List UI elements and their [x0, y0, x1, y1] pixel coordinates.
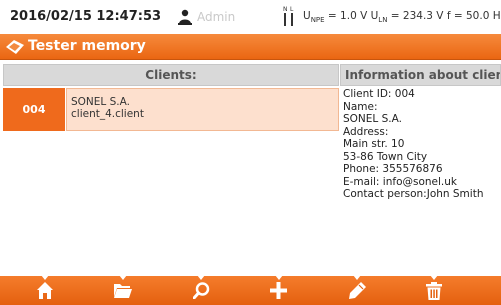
- user-name: Admin: [197, 10, 236, 24]
- info-line: Phone: 355576876: [343, 163, 443, 175]
- status-bar: 2016/02/15 12:47:53 Admin N L UNPE = 1.0…: [0, 0, 501, 34]
- search-button[interactable]: [171, 276, 231, 305]
- user-icon: [178, 9, 192, 25]
- edit-button[interactable]: [327, 276, 387, 305]
- title-bar: Tester memory: [0, 34, 501, 60]
- info-line: E-mail: info@sonel.uk: [343, 175, 457, 188]
- bottom-toolbar: [0, 275, 501, 305]
- search-icon: [193, 282, 210, 299]
- info-line: SONEL S.A.: [343, 113, 402, 125]
- client-name: SONEL S.A.: [71, 96, 130, 108]
- info-line: Contact person:John Smith: [343, 188, 484, 200]
- info-line: Name:: [343, 100, 378, 113]
- info-line: 53-86 Town City: [343, 150, 428, 163]
- datetime: 2016/02/15 12:47:53: [10, 9, 162, 24]
- client-file: client_4.client: [71, 108, 144, 120]
- home-button[interactable]: [15, 276, 75, 305]
- add-button[interactable]: [248, 276, 308, 305]
- memory-icon: [6, 40, 24, 54]
- info-line: Main str. 10: [343, 138, 405, 150]
- client-info-panel: Client ID: 004 Name: SONEL S.A. Address:…: [343, 88, 501, 201]
- info-line: Client ID: 004: [343, 88, 415, 100]
- client-detail: SONEL S.A. client_4.client: [66, 88, 339, 131]
- notch-marker: [41, 275, 49, 280]
- info-line: Address:: [343, 125, 389, 138]
- info-column-header: Information about client: [340, 64, 501, 86]
- add-icon: [270, 282, 287, 299]
- client-id: 004: [3, 88, 65, 131]
- measurement-readout: UNPE = 1.0 V ULN = 234.3 V f = 50.0 Hz: [303, 10, 501, 25]
- notch-marker: [353, 275, 361, 280]
- home-icon: [37, 282, 53, 299]
- client-row[interactable]: 004 SONEL S.A. client_4.client: [3, 88, 339, 131]
- clients-column-header: Clients:: [3, 64, 339, 86]
- delete-icon: [426, 282, 442, 300]
- page-title: Tester memory: [28, 38, 146, 54]
- folder-icon: [114, 284, 132, 298]
- notch-marker: [119, 275, 127, 280]
- folder-button[interactable]: [92, 276, 152, 305]
- edit-icon: [349, 282, 366, 299]
- notch-marker: [275, 275, 283, 280]
- notch-marker: [430, 275, 438, 280]
- svg-text:N: N: [283, 6, 288, 13]
- notch-marker: [197, 275, 205, 280]
- delete-button[interactable]: [404, 276, 464, 305]
- plug-icon: N L: [283, 6, 294, 26]
- svg-text:L: L: [290, 6, 294, 13]
